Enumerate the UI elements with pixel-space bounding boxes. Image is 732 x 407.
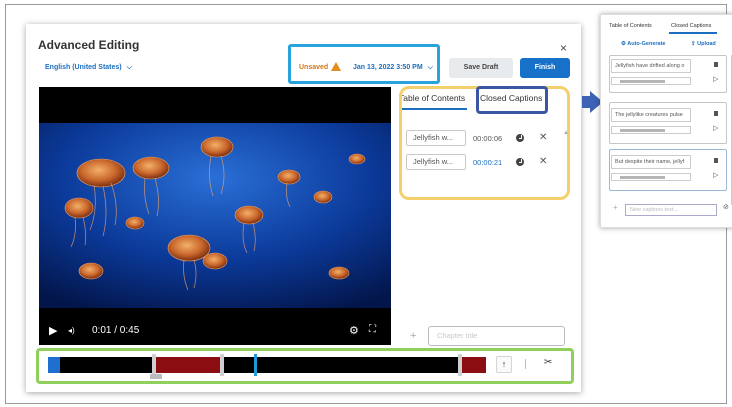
add-caption-icon[interactable]: + (613, 203, 618, 212)
chapter-time: 00:00:06 (473, 134, 503, 143)
caption-scrollbar[interactable] (611, 173, 691, 181)
new-caption-input[interactable]: New captions text... (625, 204, 717, 216)
cut-segment[interactable] (156, 357, 222, 373)
edit-timeline[interactable] (48, 354, 486, 376)
auto-generate-button[interactable]: ⚙ Auto-Generate (621, 41, 665, 47)
chapter-title-input[interactable]: Chapter title (428, 326, 565, 346)
clock-icon[interactable] (516, 134, 524, 142)
upload-button[interactable]: ⇪ Upload (691, 41, 716, 47)
timeline-start-marker (48, 357, 60, 373)
close-button[interactable]: × (560, 41, 567, 55)
delete-chapter-button[interactable]: ✕ (539, 156, 547, 167)
trash-icon[interactable] (714, 62, 718, 67)
caption-card: The jellylike creatures pulse ▷ (609, 102, 727, 144)
cancel-icon[interactable]: ⊘ (723, 203, 729, 211)
video-frame (39, 123, 391, 308)
caption-text-field[interactable]: Jellyfish have drifted along o (611, 59, 691, 73)
language-select[interactable]: English (United States) ⌵ (45, 64, 132, 72)
language-label: English (United States) (45, 64, 122, 71)
caption-text-field[interactable]: The jellylike creatures pulse (611, 108, 691, 122)
segment-handle[interactable] (220, 354, 224, 376)
chevron-down-icon: ⌵ (126, 64, 132, 71)
delete-chapter-button[interactable]: ✕ (539, 132, 547, 143)
settings-icon[interactable]: ⚙ (349, 324, 359, 337)
play-caption-icon[interactable]: ▷ (713, 75, 718, 83)
play-caption-icon[interactable]: ▷ (713, 171, 718, 179)
trash-icon[interactable] (714, 111, 718, 116)
play-icon[interactable]: ▶ (49, 324, 57, 337)
upload-icon: ⇪ (691, 41, 696, 47)
handle-grip (150, 374, 162, 379)
add-chapter-icon[interactable]: + (410, 330, 416, 342)
inset-tab-table-of-contents[interactable]: Table of Contents (609, 23, 652, 29)
clock-icon[interactable] (516, 158, 524, 166)
segment-handle[interactable] (152, 354, 156, 376)
closed-captions-inset: Table of Contents Closed Captions ⚙ Auto… (600, 14, 732, 228)
volume-icon[interactable]: ◂) (68, 326, 75, 335)
play-caption-icon[interactable]: ▷ (713, 124, 718, 132)
scroll-up-indicator[interactable]: ▲ (563, 130, 569, 136)
cut-segment[interactable] (460, 357, 486, 373)
playhead[interactable] (254, 354, 257, 376)
inset-tab-closed-captions[interactable]: Closed Captions (671, 23, 711, 29)
gear-icon: ⚙ (621, 41, 626, 47)
inset-active-tab-indicator (669, 32, 717, 34)
caption-card: Jellyfish have drifted along o ▷ (609, 55, 727, 93)
segment-handle[interactable] (458, 354, 462, 376)
dialog-title: Advanced Editing (38, 38, 140, 52)
trash-icon[interactable] (714, 158, 718, 163)
chapter-title-field[interactable]: Jellyfish w... (406, 154, 466, 170)
captions-tab-highlight-box (476, 86, 548, 114)
callout-arrow (582, 96, 590, 108)
timeline-up-button[interactable]: ↑ (496, 356, 512, 373)
chapter-time: 00:00:21 (473, 158, 503, 167)
chapter-title-field[interactable]: Jellyfish w... (406, 130, 466, 146)
video-player[interactable]: ▶ ◂) 0:01 / 0:45 ⚙ ⛶ (39, 87, 391, 345)
caption-scrollbar[interactable] (611, 126, 691, 134)
save-draft-button[interactable]: Save Draft (449, 58, 513, 78)
caption-text-field[interactable]: But despite their name, jellyf (611, 155, 691, 169)
caption-scrollbar[interactable] (611, 77, 691, 85)
finish-button[interactable]: Finish (520, 58, 570, 78)
playback-time: 0:01 / 0:45 (92, 325, 140, 336)
status-highlight-box (288, 44, 440, 84)
advanced-editing-dialog: Advanced Editing English (United States)… (26, 24, 581, 392)
toolbar-divider (525, 359, 526, 369)
scissors-icon[interactable]: ✂ (544, 357, 552, 368)
fullscreen-icon[interactable]: ⛶ (369, 324, 376, 335)
caption-card: But despite their name, jellyf ▷ (609, 149, 727, 191)
